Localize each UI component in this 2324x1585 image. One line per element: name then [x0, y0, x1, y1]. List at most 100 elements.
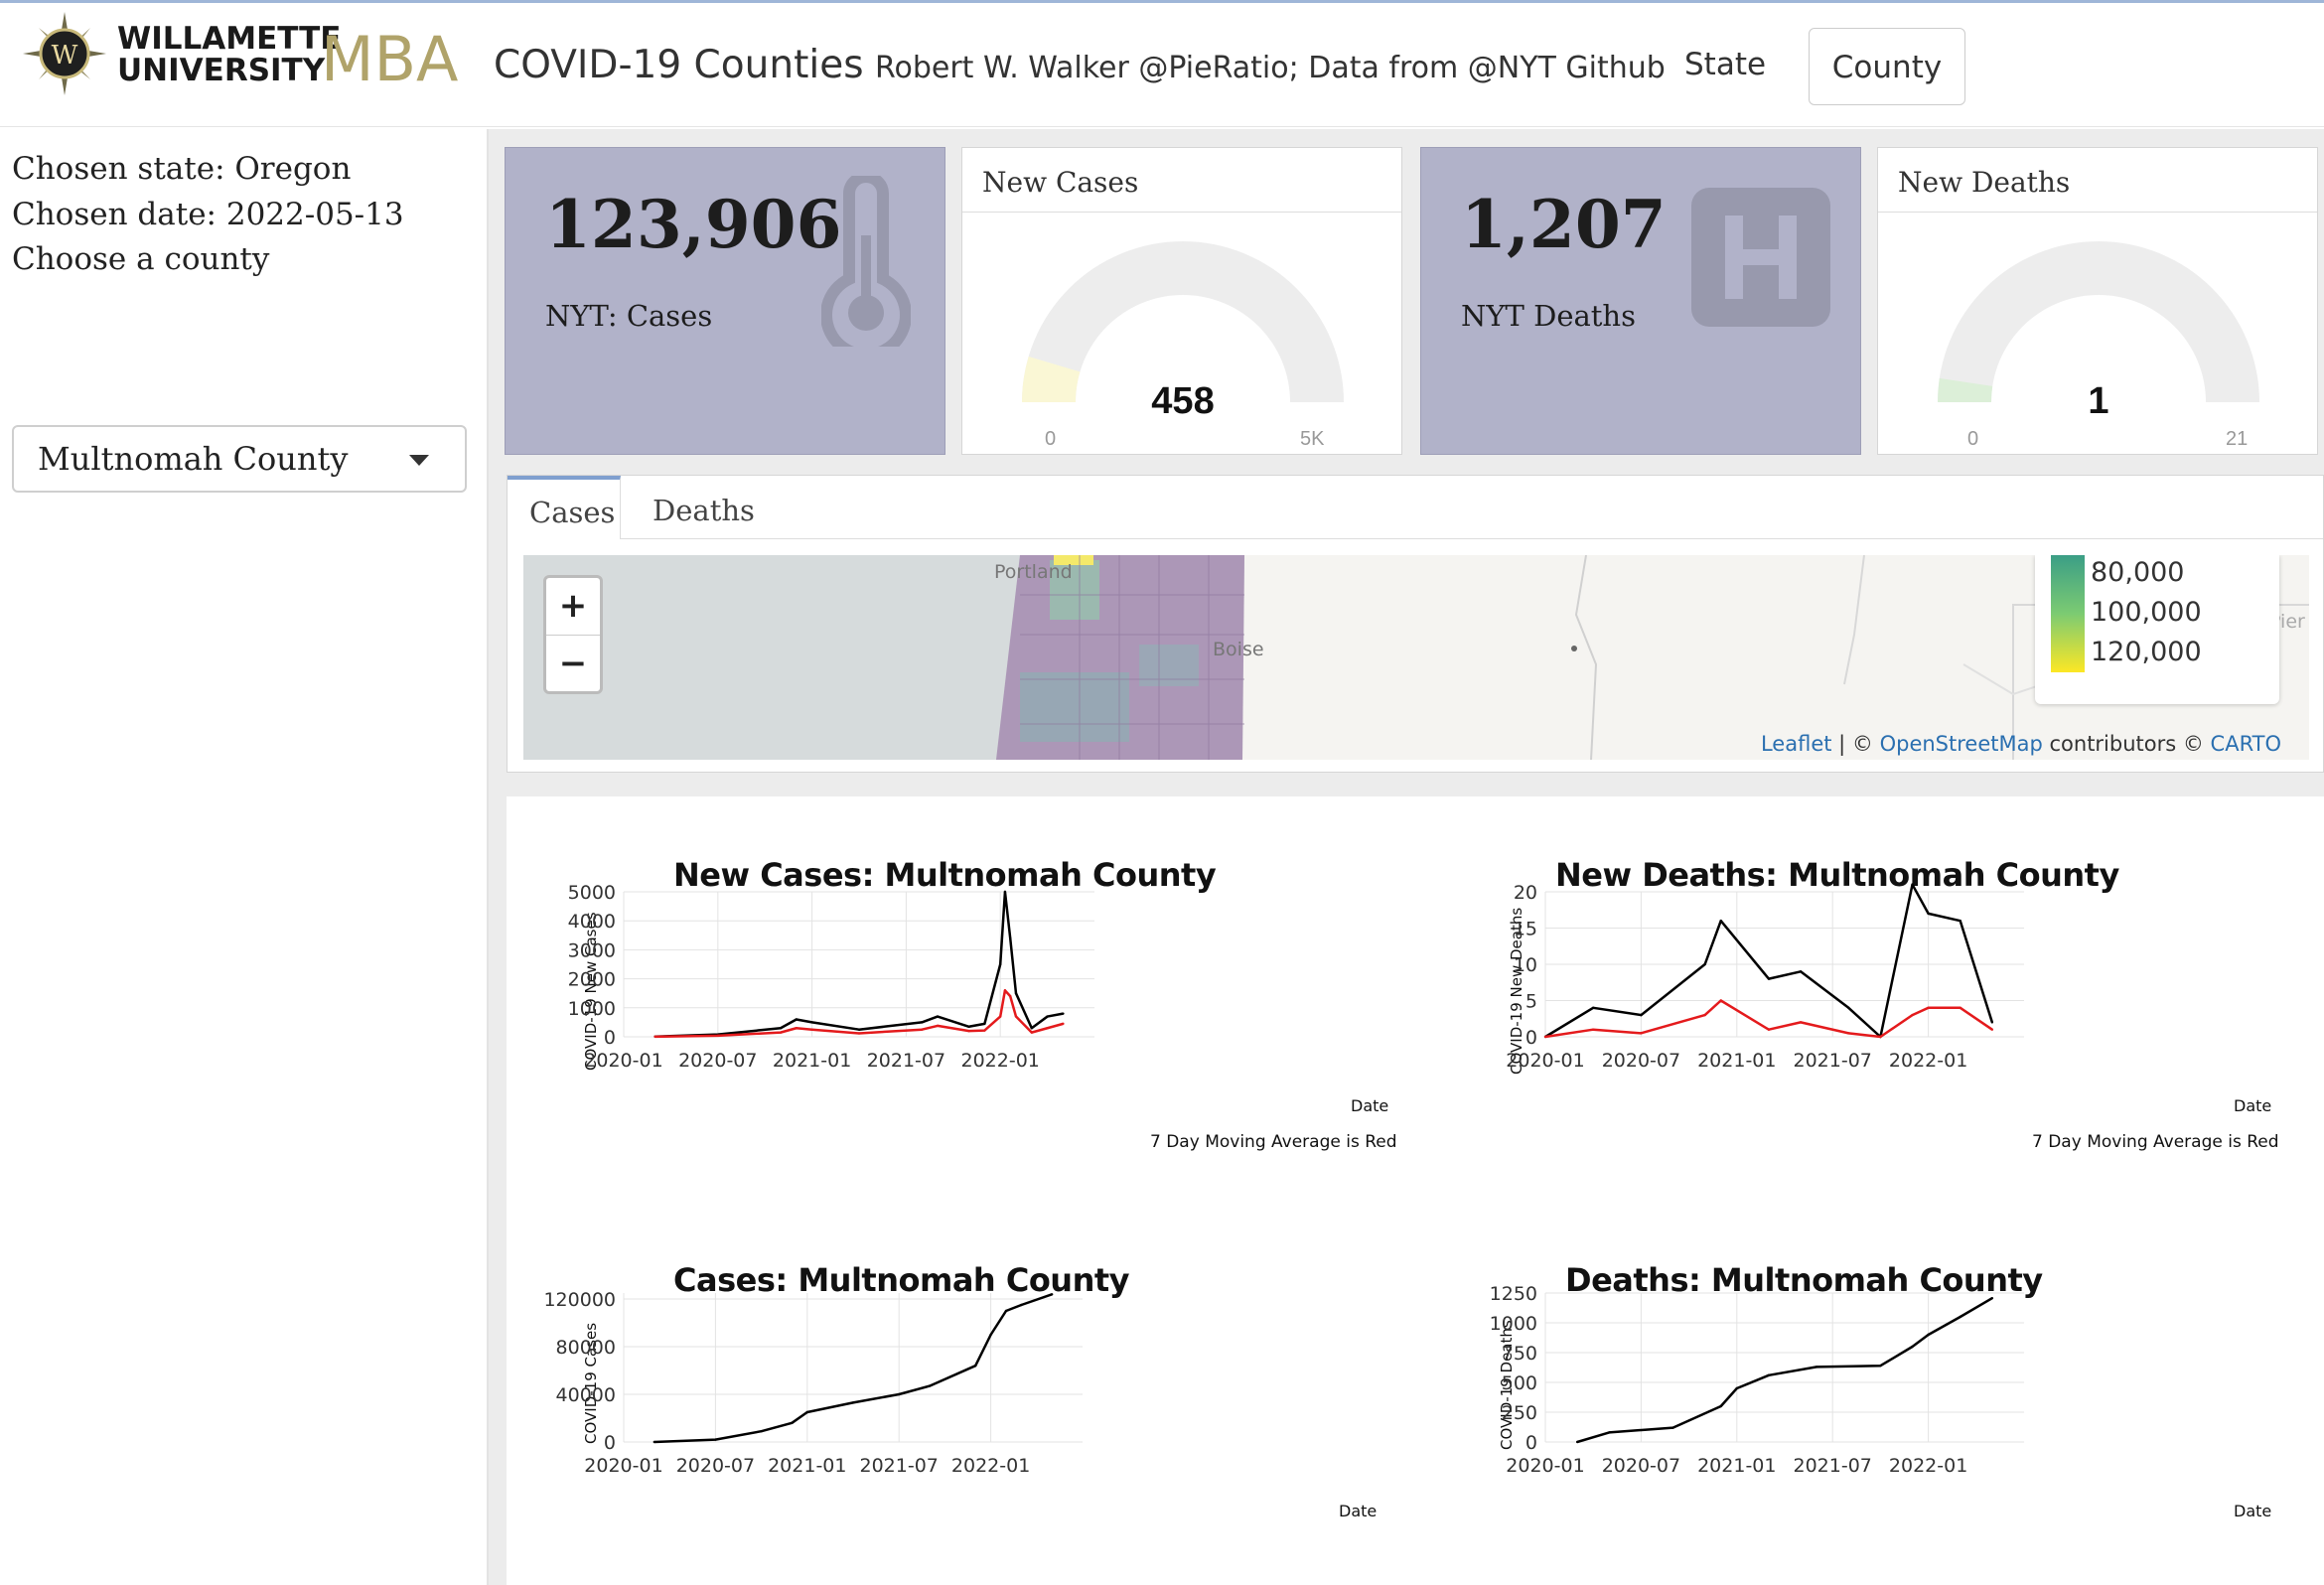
data-point	[654, 1035, 656, 1039]
map-label-boise: Boise	[1213, 639, 1264, 660]
data-point	[1767, 1028, 1771, 1031]
app-title[interactable]: COVID-19 Counties	[494, 43, 864, 87]
data-point	[851, 1401, 855, 1404]
openstreetmap-link[interactable]: OpenStreetMap	[1880, 732, 2043, 756]
data-point	[1592, 1028, 1595, 1031]
data-point	[1003, 989, 1007, 992]
tab-cases[interactable]: Cases	[508, 476, 621, 539]
legend-tick: 100,000	[2091, 597, 2202, 628]
x-tick-label: 2021-01	[1697, 1455, 1776, 1477]
data-point	[1911, 1345, 1914, 1349]
nav-tab-state[interactable]: State	[1661, 27, 1790, 102]
cases-total-value: 123,906	[545, 186, 842, 263]
gauge-new-deaths-max: 21	[2226, 428, 2249, 450]
data-point	[983, 1022, 986, 1026]
data-point	[1799, 970, 1803, 973]
data-point	[1959, 1315, 1961, 1319]
willamette-mba-logo: W WILLAMETTE UNIVERSITY MBA	[23, 12, 458, 95]
data-point	[983, 1029, 986, 1032]
x-tick-label: 2021-01	[768, 1455, 846, 1477]
data-point	[779, 1031, 783, 1034]
series-line	[1544, 999, 1993, 1039]
gauge-new-deaths-min: 0	[1967, 428, 1979, 450]
carto-link[interactable]: CARTO	[2211, 732, 2281, 756]
gauge-new-cases-title: New Cases	[982, 166, 1139, 199]
choose-county-label: Choose a county	[12, 241, 270, 277]
y-tick-label: 0	[604, 1027, 616, 1049]
data-point	[1608, 1431, 1611, 1434]
value-box-deaths: 1,207 NYT Deaths	[1420, 147, 1861, 455]
y-tick-label: 4000	[568, 911, 616, 933]
x-tick-label: 2021-01	[1697, 1050, 1776, 1072]
data-point	[1847, 1006, 1850, 1009]
data-point	[1592, 1006, 1595, 1009]
data-point	[1671, 1426, 1674, 1429]
data-point	[1004, 1309, 1008, 1313]
y-tick-label: 80000	[556, 1337, 616, 1359]
charts-panel: New Cases: Multnomah County New Deaths: …	[507, 796, 2324, 1585]
data-point	[1020, 1303, 1023, 1307]
x-tick-label: 2020-01	[1506, 1050, 1584, 1072]
gauge-new-deaths-title: New Deaths	[1898, 166, 2071, 199]
zoom-out-button[interactable]: −	[546, 636, 600, 692]
hospital-icon	[1691, 188, 1830, 327]
data-point	[1062, 1022, 1065, 1026]
leaflet-map[interactable]: Portland Boise Pier + − 80,000 100,000 1…	[523, 555, 2309, 760]
chosen-state-text: Chosen state: Oregon	[12, 151, 352, 187]
series-line	[1576, 1297, 1993, 1444]
series-line	[1544, 883, 1994, 1039]
data-point	[1767, 1373, 1771, 1376]
data-point	[1543, 1035, 1547, 1039]
y-tick-label: 5000	[568, 882, 616, 904]
logo-seal-letter: W	[52, 41, 78, 71]
y-tick-label: 1000	[568, 998, 616, 1020]
data-point	[1990, 1021, 1994, 1024]
data-point	[1815, 1366, 1818, 1369]
cases-total-label: NYT: Cases	[545, 299, 713, 333]
data-point	[999, 1015, 1002, 1018]
x-tick-label: 2022-01	[1889, 1050, 1967, 1072]
chosen-date-text: Chosen date: 2022-05-13	[12, 197, 404, 232]
chevron-down-icon	[409, 455, 429, 466]
data-point	[1927, 1006, 1930, 1009]
data-point	[1879, 1035, 1882, 1039]
data-point	[857, 1028, 861, 1031]
gauge-new-cases: New Cases 458 0 5K	[961, 147, 1402, 455]
data-point	[1927, 1333, 1930, 1337]
data-point	[1640, 1032, 1643, 1035]
zoom-in-button[interactable]: +	[546, 578, 600, 636]
data-point	[1014, 992, 1018, 995]
y-tick-label: 750	[1502, 1343, 1537, 1365]
county-select[interactable]: Multnomah County	[12, 425, 467, 493]
gauge-new-deaths: New Deaths 1 0 21	[1877, 147, 2318, 455]
legend-color-bar	[2051, 555, 2085, 672]
x-tick-label: 2022-01	[1889, 1455, 1967, 1477]
legend-tick: 120,000	[2091, 637, 2202, 667]
y-tick-label: 1000	[1490, 1313, 1537, 1335]
x-tick-label: 2020-01	[1506, 1455, 1584, 1477]
y-tick-label: 0	[604, 1432, 616, 1454]
nav-tab-county[interactable]: County	[1809, 28, 1965, 105]
data-point	[1003, 890, 1007, 894]
data-point	[1735, 1386, 1739, 1390]
data-point	[1703, 962, 1706, 966]
leaflet-link[interactable]: Leaflet	[1761, 732, 1832, 756]
data-point	[810, 1021, 813, 1024]
data-point	[921, 1021, 924, 1024]
data-point	[805, 1410, 808, 1414]
author-credit: Robert W. Walker @PieRatio; Data from @N…	[875, 51, 1666, 85]
data-point	[791, 1421, 794, 1424]
x-tick-label: 2022-01	[951, 1455, 1030, 1477]
data-point	[1959, 920, 1961, 923]
tab-divider	[621, 538, 2323, 539]
y-tick-label: 500	[1502, 1372, 1537, 1394]
tab-deaths[interactable]: Deaths	[653, 494, 755, 527]
y-tick-label: 40000	[556, 1384, 616, 1406]
y-tick-label: 3000	[568, 939, 616, 961]
data-point	[1046, 1027, 1049, 1030]
data-point	[1062, 1012, 1065, 1015]
gauge-new-cases-min: 0	[1045, 428, 1057, 450]
x-tick-label: 2020-01	[584, 1455, 662, 1477]
y-tick-label: 20	[1514, 882, 1537, 904]
data-point	[810, 1028, 813, 1031]
